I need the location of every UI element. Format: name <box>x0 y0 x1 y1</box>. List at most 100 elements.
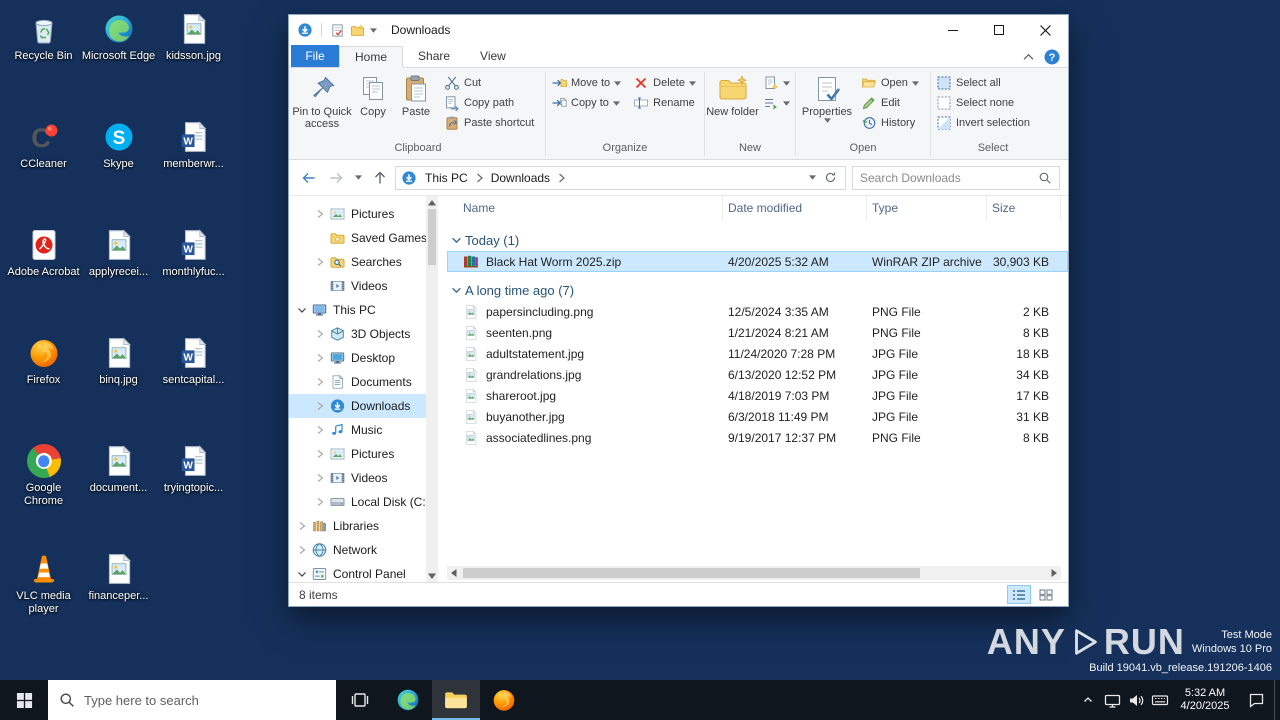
desktop-icon-applyrecei[interactable]: applyrecei... <box>81 222 156 330</box>
breadcrumb-separator-icon[interactable] <box>558 173 565 183</box>
details-view-button[interactable] <box>1007 585 1031 604</box>
help-button[interactable]: ? <box>1044 49 1060 65</box>
desktop-icon-ccleaner[interactable]: CCCleaner <box>6 114 81 222</box>
desktop-icon-sentcapital[interactable]: Wsentcapital... <box>156 330 231 438</box>
action-center-button[interactable] <box>1238 680 1274 720</box>
chevron-down-icon[interactable] <box>447 235 465 246</box>
nav-item-videos[interactable]: Videos <box>289 274 426 298</box>
nav-item-videos[interactable]: Videos <box>289 466 426 490</box>
file-row-grandrelations-jpg[interactable]: grandrelations.jpg6/13/2020 12:52 PMJPG … <box>447 364 1068 385</box>
select-none-button[interactable]: Select none <box>932 93 1034 113</box>
minimize-button[interactable] <box>930 15 976 45</box>
edit-button[interactable]: Edit <box>857 93 923 113</box>
desktop-icon-skype[interactable]: SSkype <box>81 114 156 222</box>
file-row-seenten-png[interactable]: seenten.png1/21/2024 8:21 AMPNG File8 KB <box>447 322 1068 343</box>
nav-item-network[interactable]: Network <box>289 538 426 562</box>
tab-home[interactable]: Home <box>339 46 403 68</box>
chevron-right-icon[interactable] <box>313 471 327 485</box>
up-button[interactable] <box>368 166 392 190</box>
horizontal-scrollbar[interactable] <box>447 566 1061 580</box>
show-desktop-button[interactable] <box>1274 680 1280 720</box>
desktop-icon-google-chrome[interactable]: Google Chrome <box>6 438 81 546</box>
large-icons-view-button[interactable] <box>1034 585 1058 604</box>
move-to-button[interactable]: Move to <box>547 73 625 93</box>
nav-item-local-disk-c[interactable]: Local Disk (C:) <box>289 490 426 514</box>
tab-file[interactable]: File <box>291 45 339 67</box>
network-tray-button[interactable] <box>1100 680 1124 720</box>
breadcrumb-separator-icon[interactable] <box>476 173 483 183</box>
refresh-button[interactable] <box>824 171 837 184</box>
file-row-adultstatement-jpg[interactable]: adultstatement.jpg11/24/2020 7:28 PMJPG … <box>447 343 1068 364</box>
paste-shortcut-button[interactable]: Paste shortcut <box>440 113 538 133</box>
ribbon-collapse-button[interactable] <box>1023 53 1034 62</box>
file-row-black-hat-worm-2025-zip[interactable]: Black Hat Worm 2025.zip4/20/2025 5:32 AM… <box>447 251 1068 272</box>
desktop-icon-microsoft-edge[interactable]: Microsoft Edge <box>81 6 156 114</box>
column-header-name[interactable]: Name <box>447 196 723 220</box>
pin-to-quick-access-button[interactable]: Pin to Quick access <box>292 69 352 141</box>
desktop-icon-tryingtopic[interactable]: Wtryingtopic... <box>156 438 231 546</box>
chevron-right-icon[interactable] <box>313 327 327 341</box>
invert-selection-button[interactable]: Invert selection <box>932 113 1034 133</box>
qat-customize-button[interactable] <box>370 28 377 33</box>
start-button[interactable] <box>0 680 48 720</box>
chevron-right-icon[interactable] <box>313 375 327 389</box>
copy-path-button[interactable]: Copy path <box>440 93 538 113</box>
chevron-right-icon[interactable] <box>295 543 309 557</box>
select-all-button[interactable]: Select all <box>932 73 1034 93</box>
chevron-down-icon[interactable] <box>447 285 465 296</box>
nav-item-3d-objects[interactable]: 3D Objects <box>289 322 426 346</box>
taskbar-firefox-button[interactable] <box>480 680 528 720</box>
scroll-up-icon[interactable] <box>426 196 438 209</box>
desktop-icon-document[interactable]: document... <box>81 438 156 546</box>
nav-item-libraries[interactable]: Libraries <box>289 514 426 538</box>
chevron-down-icon[interactable] <box>295 567 309 581</box>
new-folder-button[interactable]: New folder <box>706 69 759 141</box>
copy-button[interactable]: Copy <box>352 69 394 141</box>
chevron-right-icon[interactable] <box>313 207 327 221</box>
tab-share[interactable]: Share <box>403 45 465 67</box>
back-button[interactable] <box>297 166 321 190</box>
maximize-button[interactable] <box>976 15 1022 45</box>
chevron-right-icon[interactable] <box>295 519 309 533</box>
chevron-right-icon[interactable] <box>313 447 327 461</box>
file-row-buyanother-jpg[interactable]: buyanother.jpg6/3/2018 11:49 PMJPG File3… <box>447 406 1068 427</box>
breadcrumb-downloads[interactable]: Downloads <box>486 171 555 185</box>
column-header-size[interactable]: Size <box>987 196 1061 220</box>
task-view-button[interactable] <box>336 680 384 720</box>
column-header-date-modified[interactable]: Date modified <box>723 196 867 220</box>
desktop-icon-vlc-media-player[interactable]: VLC media player <box>6 546 81 654</box>
recent-locations-button[interactable] <box>351 166 365 190</box>
volume-tray-button[interactable] <box>1124 680 1148 720</box>
close-button[interactable] <box>1022 15 1068 45</box>
paste-button[interactable]: Paste <box>394 69 438 141</box>
new-item-button[interactable] <box>759 73 794 93</box>
properties-button[interactable]: Properties <box>797 69 857 141</box>
chevron-right-icon[interactable] <box>313 423 327 437</box>
desktop-icon-kidsson-jpg[interactable]: kidsson.jpg <box>156 6 231 114</box>
cut-button[interactable]: Cut <box>440 73 538 93</box>
history-button[interactable]: History <box>857 113 923 133</box>
taskbar-explorer-button[interactable] <box>432 680 480 720</box>
horizontal-scrollbar-thumb[interactable] <box>463 568 920 578</box>
forward-button[interactable] <box>324 166 348 190</box>
desktop-icon-recycle-bin[interactable]: Recycle Bin <box>6 6 81 114</box>
address-dropdown-button[interactable] <box>809 175 816 180</box>
chevron-down-icon[interactable] <box>295 303 309 317</box>
taskbar-edge-button[interactable] <box>384 680 432 720</box>
nav-item-downloads[interactable]: Downloads <box>289 394 426 418</box>
desktop-icon-adobe-acrobat[interactable]: Adobe Acrobat <box>6 222 81 330</box>
desktop-icon-memberwr[interactable]: Wmemberwr... <box>156 114 231 222</box>
qat-new-folder-button[interactable] <box>350 23 365 38</box>
group-header-a-long-time-ago-7[interactable]: A long time ago (7) <box>447 279 1068 301</box>
nav-item-music[interactable]: Music <box>289 418 426 442</box>
tab-view[interactable]: View <box>465 45 521 67</box>
nav-item-desktop[interactable]: Desktop <box>289 346 426 370</box>
scroll-left-icon[interactable] <box>447 566 461 580</box>
nav-item-documents[interactable]: Documents <box>289 370 426 394</box>
qat-properties-button[interactable] <box>330 23 345 38</box>
chevron-right-icon[interactable] <box>313 255 327 269</box>
nav-item-pictures[interactable]: Pictures <box>289 202 426 226</box>
chevron-right-icon[interactable] <box>313 399 327 413</box>
file-row-shareroot-jpg[interactable]: shareroot.jpg4/18/2019 7:03 PMJPG File17… <box>447 385 1068 406</box>
chevron-right-icon[interactable] <box>313 351 327 365</box>
